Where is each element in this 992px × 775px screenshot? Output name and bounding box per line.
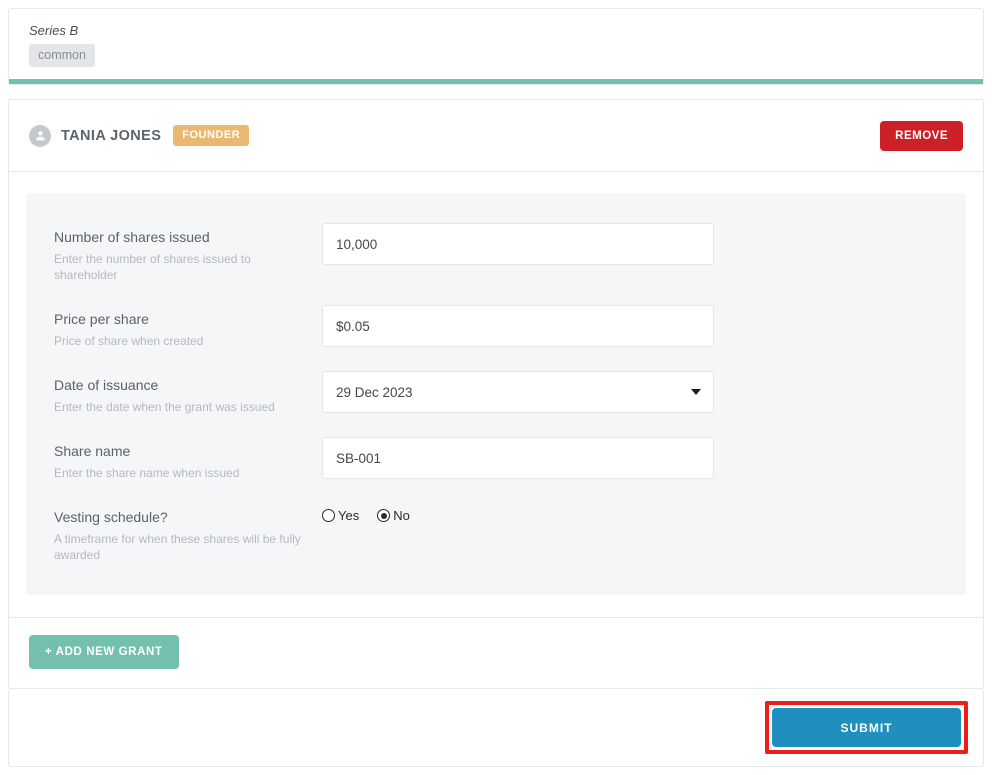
- date-of-issuance-select[interactable]: 29 Dec 2023: [322, 371, 714, 413]
- field-help-text: Enter the number of shares issued to sha…: [54, 252, 251, 282]
- field-label-col: Number of shares issued Enter the number…: [54, 223, 322, 283]
- field-label: Price per share: [54, 311, 149, 327]
- field-label: Number of shares issued: [54, 229, 210, 245]
- series-title: Series B: [29, 23, 79, 38]
- field-input-col: [322, 223, 714, 265]
- role-badge: FOUNDER: [173, 125, 250, 146]
- field-help-text: Enter the date when the grant was issued: [54, 400, 275, 414]
- field-vesting-schedule: Vesting schedule? A timeframe for when t…: [54, 503, 938, 563]
- shareholder-name: TANIA JONES: [61, 127, 162, 144]
- series-accent-bar: [9, 79, 983, 84]
- share-class-badge: common: [29, 44, 95, 67]
- field-input-col: [322, 305, 714, 347]
- field-help-text: Price of share when created: [54, 334, 204, 348]
- radio-label-no: No: [393, 508, 410, 523]
- remove-button[interactable]: REMOVE: [880, 120, 963, 151]
- vesting-radio-no[interactable]: No: [377, 508, 410, 523]
- radio-dot-yes[interactable]: [322, 509, 335, 522]
- field-date-of-issuance: Date of issuance Enter the date when the…: [54, 371, 938, 415]
- radio-dot-no[interactable]: [377, 509, 391, 522]
- radio-label-yes: Yes: [338, 508, 360, 523]
- submit-button[interactable]: SUBMIT: [772, 708, 961, 747]
- grant-form-panel: Number of shares issued Enter the number…: [26, 193, 966, 595]
- field-help-text: Enter the share name when issued: [54, 466, 240, 480]
- grant-card: TANIA JONES FOUNDER REMOVE Number of sha…: [8, 99, 984, 689]
- series-card: Series B common: [8, 8, 984, 85]
- field-price-per-share: Price per share Price of share when crea…: [54, 305, 938, 349]
- add-new-grant-button[interactable]: + ADD NEW GRANT: [29, 635, 179, 669]
- field-label-col: Vesting schedule? A timeframe for when t…: [54, 503, 322, 563]
- field-label-col: Share name Enter the share name when iss…: [54, 437, 322, 481]
- field-label-col: Date of issuance Enter the date when the…: [54, 371, 322, 415]
- field-help-text: A timeframe for when these shares will b…: [54, 532, 301, 562]
- field-share-name: Share name Enter the share name when iss…: [54, 437, 938, 481]
- grant-editor-page: Series B common TANIA JONES FOUNDER REMO…: [0, 0, 992, 775]
- field-label: Vesting schedule?: [54, 509, 168, 525]
- field-number-of-shares: Number of shares issued Enter the number…: [54, 223, 938, 283]
- field-label: Date of issuance: [54, 377, 159, 393]
- add-grant-wrap: + ADD NEW GRANT: [9, 618, 983, 688]
- share-name-input[interactable]: [322, 437, 714, 479]
- person-icon: [29, 124, 51, 147]
- field-input-col: 29 Dec 2023: [322, 371, 714, 413]
- field-input-col: Yes No: [322, 503, 410, 523]
- date-of-issuance-select-wrap: 29 Dec 2023: [322, 371, 714, 413]
- grant-header: TANIA JONES FOUNDER REMOVE: [9, 100, 983, 171]
- number-of-shares-input[interactable]: [322, 223, 714, 265]
- field-label: Share name: [54, 443, 131, 459]
- price-per-share-input[interactable]: [322, 305, 714, 347]
- field-label-col: Price per share Price of share when crea…: [54, 305, 322, 349]
- vesting-radio-yes[interactable]: Yes: [322, 508, 359, 523]
- vesting-schedule-radio-group: Yes No: [322, 503, 410, 523]
- form-panel-wrap: Number of shares issued Enter the number…: [9, 172, 983, 617]
- series-card-body: Series B common: [9, 9, 983, 79]
- field-input-col: [322, 437, 714, 479]
